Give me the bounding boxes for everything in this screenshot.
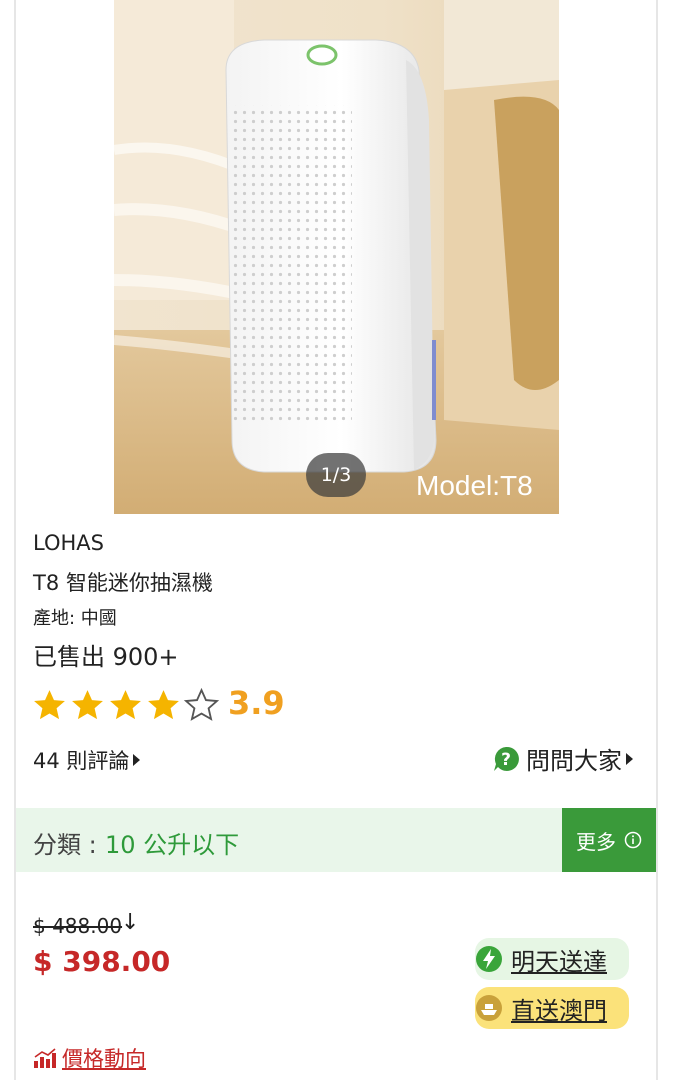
- more-label: 更多: [576, 829, 616, 854]
- product-title: T8 智能迷你抽濕機: [33, 571, 213, 595]
- star-empty-icon: [183, 687, 220, 721]
- model-watermark: Model:T8: [416, 470, 533, 501]
- bar-chart-icon: [34, 1048, 56, 1068]
- ask-label: 問問大家: [526, 747, 622, 775]
- star-rating: [31, 686, 221, 724]
- star-filled-icon: [110, 689, 141, 719]
- current-price: $ 398.00: [33, 945, 171, 978]
- ship-icon: [476, 995, 502, 1021]
- card-border-right: [656, 0, 658, 1080]
- brand-name[interactable]: LOHAS: [33, 531, 104, 555]
- rating-value: 3.9: [228, 684, 285, 722]
- original-price: $ 488.00: [33, 914, 123, 938]
- delivery-tomorrow-label: 明天送達: [511, 947, 607, 976]
- price-trend-link[interactable]: 價格動向: [33, 1043, 146, 1073]
- reviews-link[interactable]: 44 則評論: [33, 745, 141, 775]
- reviews-label: 44 則評論: [33, 749, 130, 773]
- question-bubble-icon: ?: [494, 746, 519, 771]
- caret-right-icon: [626, 752, 633, 765]
- ask-everyone-link[interactable]: ? 問問大家: [492, 741, 633, 776]
- delivery-tomorrow-badge[interactable]: 明天送達: [475, 938, 629, 980]
- category-bar: [16, 808, 562, 872]
- direct-macau-label: 直送澳門: [511, 996, 607, 1025]
- more-button[interactable]: 更多: [562, 808, 656, 872]
- svg-text:?: ?: [501, 750, 511, 770]
- category-value[interactable]: 10 公升以下: [105, 825, 239, 860]
- dehumidifier-photo: Model:T8: [114, 0, 559, 514]
- card-border-left: [14, 0, 16, 1080]
- product-image[interactable]: Model:T8: [114, 0, 559, 514]
- star-filled-icon: [72, 689, 103, 719]
- price-down-arrow: ↓: [121, 910, 140, 935]
- sold-count: 已售出 900+: [33, 643, 179, 671]
- category-label: 分類 :: [33, 831, 97, 859]
- lightning-icon: [476, 946, 502, 972]
- info-icon: [624, 831, 642, 849]
- image-counter: 1/3: [306, 453, 366, 497]
- caret-right-icon: [133, 754, 141, 766]
- star-filled-icon: [34, 689, 65, 719]
- product-origin: 產地: 中國: [33, 608, 117, 629]
- price-trend-label: 價格動向: [62, 1047, 146, 1071]
- star-filled-icon: [148, 689, 179, 719]
- direct-macau-badge[interactable]: 直送澳門: [475, 987, 629, 1029]
